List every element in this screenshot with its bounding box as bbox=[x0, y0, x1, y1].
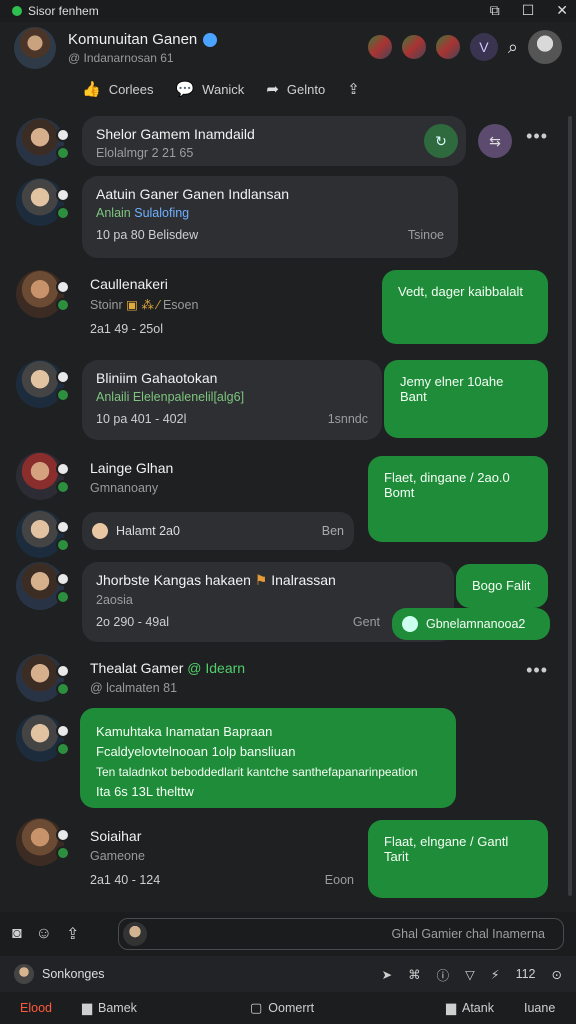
filter-icon[interactable]: ▽ bbox=[465, 967, 475, 982]
camera-icon[interactable]: ◙ bbox=[12, 925, 22, 943]
ellipsis-icon[interactable]: ••• bbox=[526, 126, 548, 147]
avatar[interactable] bbox=[16, 714, 70, 762]
avatar[interactable] bbox=[16, 452, 70, 500]
chat-feed[interactable]: Shelor Gamem Inamdaild Elolalmgr 2 21 65… bbox=[0, 108, 576, 912]
count: 112 bbox=[515, 967, 536, 981]
avatar[interactable] bbox=[16, 654, 70, 702]
status-text: Sisor fenhem bbox=[28, 4, 99, 18]
green-message[interactable]: Flaat, elngane / Gantl Tarit bbox=[368, 820, 548, 898]
avatar[interactable] bbox=[16, 270, 70, 318]
member-avatars-icon[interactable] bbox=[367, 35, 392, 59]
verified-icon bbox=[203, 32, 218, 47]
share-icon: ➦ bbox=[266, 81, 279, 98]
avatar[interactable] bbox=[16, 360, 70, 408]
like-action[interactable]: 👍 Corlees bbox=[82, 80, 153, 98]
chat-icon: ▆ bbox=[82, 1000, 92, 1015]
react-button[interactable]: ↻ bbox=[424, 124, 458, 158]
chat2-icon: ▆ bbox=[446, 1000, 456, 1015]
more-options-button[interactable]: ⇆ bbox=[478, 124, 512, 158]
message-bubble[interactable]: Bliniim Gahaotokan Anlaili Elelenpalenel… bbox=[82, 360, 382, 440]
maximize-icon[interactable]: ☐ bbox=[522, 2, 535, 19]
send-icon[interactable]: ➤ bbox=[382, 967, 392, 982]
window-controls: ⧉ ☐ ✕ bbox=[490, 2, 568, 19]
upload-icon[interactable]: ⇪ bbox=[66, 924, 79, 944]
group-subtitle: @ Indanarnosan 61 bbox=[68, 51, 174, 65]
reaction-pill[interactable]: Halamt 2a0 Ben bbox=[82, 512, 354, 550]
tab-more[interactable]: Iuane bbox=[524, 1001, 555, 1015]
emoji-icon[interactable]: ☺ bbox=[36, 925, 52, 943]
green-message[interactable]: Vedt, dager kaibbalalt bbox=[382, 270, 548, 344]
reply-pill[interactable]: Gbnelamnanooa2 bbox=[392, 608, 550, 640]
reaction-icon bbox=[92, 523, 108, 539]
comment-icon: 💬 bbox=[175, 81, 195, 98]
bottom-tabs: Elood ▆ Bamek ▢ Oomerrt ▆ Atank Iuane bbox=[0, 992, 576, 1024]
tag-icon[interactable]: ⌘ bbox=[408, 967, 421, 982]
share-action[interactable]: ➦ Gelnto bbox=[266, 80, 325, 98]
app-icon bbox=[12, 6, 22, 16]
page-icon: ▢ bbox=[250, 1000, 263, 1015]
green-message[interactable]: Flaet, dingane / 2ao.0 Bomt bbox=[368, 456, 548, 542]
avatar[interactable] bbox=[16, 510, 70, 558]
settings-icon[interactable]: ⊙ bbox=[552, 967, 562, 982]
post-actions: 👍 Corlees 💬 Wanick ➦ Gelnto ⇪ bbox=[82, 80, 360, 98]
scrollbar[interactable] bbox=[568, 116, 572, 896]
like-count: 2a1 49 - 25ol bbox=[90, 322, 163, 336]
message-input[interactable]: Ghal Gamier chal Inamerna bbox=[118, 918, 564, 950]
group-title[interactable]: Komunuitan Ganen bbox=[68, 31, 218, 48]
green-message[interactable]: Bogo Falit bbox=[456, 564, 548, 608]
tab-page[interactable]: ▢ Oomerrt bbox=[250, 1000, 314, 1016]
close-icon[interactable]: ✕ bbox=[556, 2, 568, 19]
status-bar: Sisor fenhem ⧉ ☐ ✕ bbox=[0, 0, 576, 22]
avatar[interactable] bbox=[16, 118, 70, 166]
secondary-bar: Sonkonges ➤ ⌘ ⓘ ▽ ⚡ 112 ⊙ bbox=[0, 956, 576, 992]
tabs-icon[interactable]: ⧉ bbox=[490, 2, 500, 19]
avatar[interactable] bbox=[16, 178, 70, 226]
message-bubble[interactable]: Aatuin Ganer Ganen Indlansan Anlain Sula… bbox=[82, 176, 458, 258]
composer-avatar bbox=[123, 922, 147, 946]
header-actions: V ⌕ bbox=[367, 30, 562, 64]
save-icon: ⇪ bbox=[347, 81, 360, 98]
thumbs-up-icon: 👍 bbox=[82, 81, 101, 98]
comment-action[interactable]: 💬 Wanick bbox=[175, 80, 244, 98]
reply-icon bbox=[402, 616, 418, 632]
composer-bar: ◙ ☺ ⇪ Ghal Gamier chal Inamerna bbox=[0, 912, 576, 956]
member-avatar-icon[interactable] bbox=[435, 35, 460, 59]
info-icon[interactable]: ⓘ bbox=[437, 965, 450, 984]
avatar[interactable] bbox=[16, 562, 70, 610]
ellipsis-icon[interactable]: ••• bbox=[526, 660, 548, 681]
avatar[interactable] bbox=[16, 818, 70, 866]
green-message[interactable]: Kamuhtaka Inamatan Bapraan Fcaldyelovtel… bbox=[80, 708, 456, 808]
message-bubble[interactable]: Shelor Gamem Inamdaild Elolalmgr 2 21 65 bbox=[82, 116, 466, 166]
tab-feed[interactable]: Elood bbox=[20, 1001, 52, 1015]
search-icon[interactable]: ⌕ bbox=[508, 37, 518, 58]
member-avatar-icon[interactable] bbox=[401, 35, 426, 59]
tab-chat2[interactable]: ▆ Atank bbox=[446, 1000, 494, 1016]
group-header: Komunuitan Ganen @ Indanarnosan 61 V ⌕ bbox=[0, 22, 576, 74]
save-action[interactable]: ⇪ bbox=[347, 80, 360, 98]
user-avatar[interactable] bbox=[14, 964, 34, 984]
green-message[interactable]: Jemy elner 10ahe Bant bbox=[384, 360, 548, 438]
tab-chat[interactable]: ▆ Bamek bbox=[82, 1000, 137, 1016]
profile-avatar[interactable] bbox=[528, 30, 562, 64]
bolt-icon[interactable]: ⚡ bbox=[491, 967, 500, 982]
v-badge-button[interactable]: V bbox=[469, 33, 498, 61]
group-avatar[interactable] bbox=[14, 27, 56, 69]
